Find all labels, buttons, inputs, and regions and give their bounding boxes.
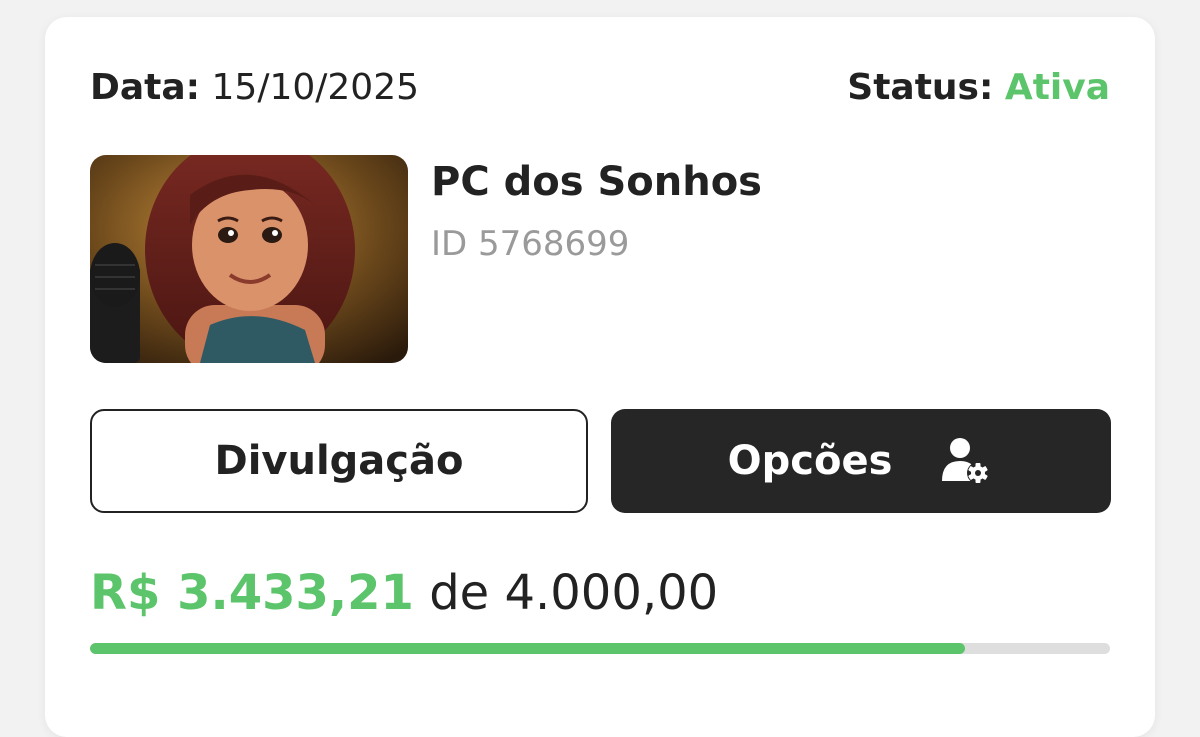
goal-amount: R$ 3.433,21 de 4.000,00 [90, 565, 718, 621]
raised-amount: R$ 3.433,21 [90, 565, 414, 621]
status-info: Status: Ativa [847, 67, 1110, 108]
amount-connector: de [429, 565, 490, 621]
date-label: Data: [90, 67, 201, 108]
target-amount: 4.000,00 [504, 565, 719, 621]
campaign-card: Data: 15/10/2025 Status: Ativa PC dos So… [45, 17, 1155, 737]
status-value: Ativa [1004, 67, 1110, 108]
status-label: Status: [847, 67, 994, 108]
campaign-thumbnail[interactable] [90, 155, 408, 363]
campaign-title: PC dos Sonhos [431, 159, 762, 205]
date-value: 15/10/2025 [211, 67, 420, 108]
opcoes-button-label: Opcões [727, 438, 893, 484]
opcoes-button[interactable]: Opcões [611, 409, 1111, 513]
goal-progress-bar [90, 643, 1110, 654]
divulgacao-button[interactable]: Divulgação [90, 409, 588, 513]
campaign-id: ID 5768699 [431, 224, 630, 264]
goal-progress-fill [90, 643, 966, 654]
date-info: Data: 15/10/2025 [90, 67, 419, 108]
thumbnail-illustration [90, 155, 408, 363]
card-header-row: Data: 15/10/2025 Status: Ativa [90, 67, 1110, 111]
user-gear-icon [942, 438, 990, 484]
divulgacao-button-label: Divulgação [214, 438, 464, 484]
